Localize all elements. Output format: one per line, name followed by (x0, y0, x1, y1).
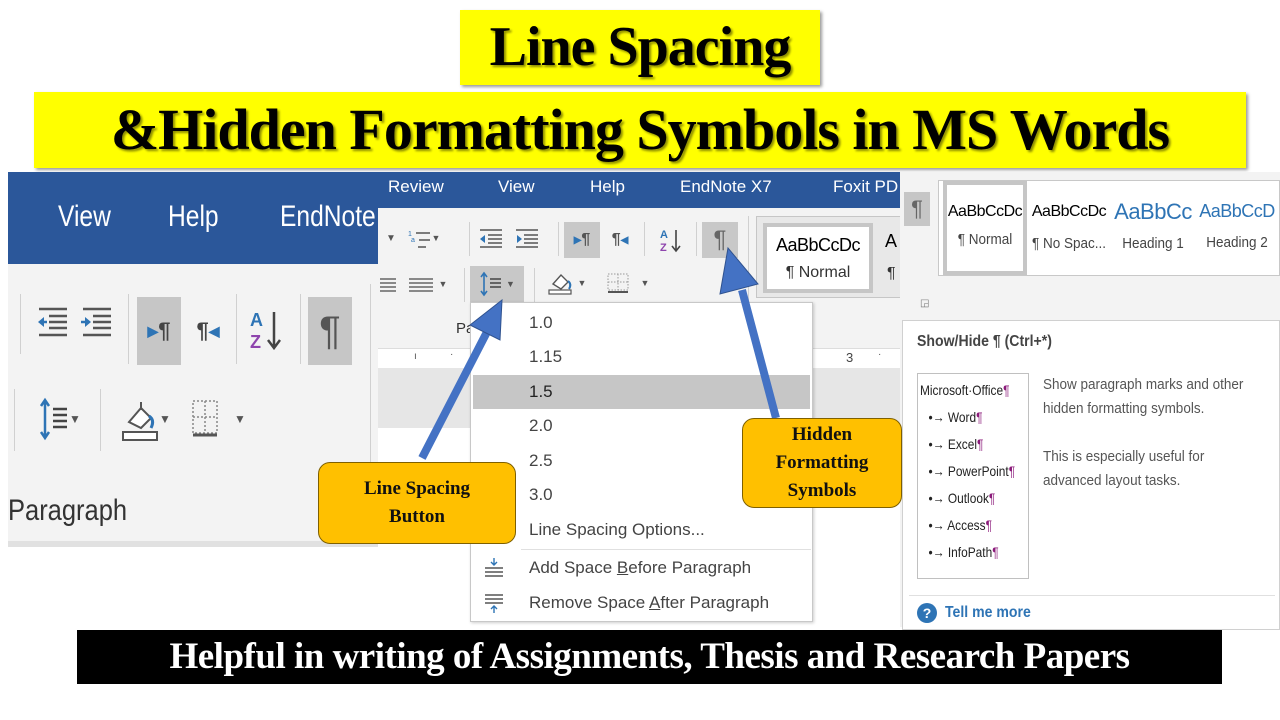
show-hide-tooltip: Show/Hide ¶ (Ctrl+*) Microsoft·Office¶ •… (902, 320, 1280, 630)
style-next-mark: ¶ (887, 265, 896, 282)
chevron-down-icon[interactable]: ▼ (384, 228, 398, 248)
multilevel-list-button[interactable]: 1a ▼ (400, 224, 446, 252)
footer-banner: Helpful in writing of Assignments, Thesi… (77, 630, 1222, 684)
decrease-indent-icon[interactable] (34, 304, 70, 340)
styles-gallery: AaBbCcDc ¶ Normal AaBbCcDc ¶ No Spac... … (938, 180, 1280, 276)
tab-foxit[interactable]: Foxit PD (833, 177, 898, 197)
line-spacing-option[interactable]: 1.0 (473, 306, 810, 340)
ltr-button[interactable]: ▶ ¶ (564, 222, 600, 258)
styles-gallery-partial: AaBbCcDc ¶ Normal A ¶ (756, 216, 906, 298)
rtl-button[interactable]: ¶ ◀ (188, 297, 228, 365)
chevron-down-icon: ▼ (506, 279, 515, 289)
separator (20, 294, 21, 354)
left-tab-bar: View Help EndNote (8, 172, 378, 264)
separator (14, 389, 15, 451)
separator (236, 294, 237, 364)
tell-me-more-link[interactable]: ? Tell me more (917, 603, 1043, 623)
pilcrow-icon: ¶ (713, 226, 727, 253)
remove-space-after-item[interactable]: Remove Space After Paragraph (473, 586, 810, 620)
tooltip-description: Show paragraph marks and other hidden fo… (1043, 376, 1244, 489)
pilcrow-icon: ¶ (196, 318, 209, 343)
chevron-down-icon: ▼ (234, 412, 246, 426)
separator (100, 389, 101, 451)
separator (370, 284, 371, 484)
tab-endnote[interactable]: EndNote (280, 200, 376, 234)
separator (469, 222, 470, 256)
sort-az-icon[interactable]: AZ (654, 222, 688, 258)
tooltip-divider (909, 595, 1275, 596)
show-hide-button[interactable]: ¶ (702, 222, 738, 258)
separator (534, 268, 535, 302)
chevron-down-icon: ▼ (159, 412, 171, 426)
chevron-down-icon: ▼ (69, 412, 81, 426)
shading-button[interactable]: ▼ (116, 394, 176, 444)
line-spacing-options-link[interactable]: Line Spacing Options... (473, 513, 810, 547)
tooltip-sample-preview: Microsoft·Office¶ •→ Word¶ •→ Excel¶ •→ … (917, 373, 1029, 579)
svg-text:Z: Z (250, 332, 261, 352)
title-line-spacing: Line Spacing (460, 10, 820, 85)
tab-help[interactable]: Help (168, 200, 219, 234)
style-next-partial[interactable]: A (885, 231, 897, 252)
tab-help[interactable]: Help (590, 177, 625, 197)
decrease-indent-icon[interactable] (476, 224, 506, 252)
sort-az-icon[interactable]: AZ (246, 300, 286, 360)
style-normal[interactable]: AaBbCcDc ¶ Normal (943, 181, 1027, 275)
separator (128, 294, 129, 364)
add-space-before-item[interactable]: Add Space Before Paragraph (473, 551, 810, 585)
svg-text:a: a (411, 237, 415, 244)
style-heading-2[interactable]: AaBbCcD Heading 2 (1195, 181, 1279, 275)
mid-tab-bar: Review View Help EndNote X7 Foxit PD (378, 172, 905, 208)
remove-space-after-icon (485, 594, 503, 613)
line-spacing-button[interactable]: ▼ (470, 266, 524, 302)
paragraph-group-label: Paragraph (8, 494, 128, 527)
shading-button[interactable]: ▼ (542, 268, 592, 298)
separator (644, 222, 645, 256)
style-sample: AaBbCcDc (775, 235, 861, 255)
help-icon: ? (917, 603, 937, 623)
chevron-down-icon: ▼ (431, 233, 441, 243)
ruler-mark: 3 (846, 350, 854, 365)
tab-endnote-x7[interactable]: EndNote X7 (680, 177, 772, 197)
title-hidden-formatting: &Hidden Formatting Symbols in MS Words (34, 92, 1246, 168)
dialog-launcher-icon[interactable]: ◲ (920, 298, 929, 309)
justify-icon[interactable] (378, 272, 398, 296)
menu-separator (521, 549, 811, 550)
line-spacing-option-selected[interactable]: 1.5 (473, 375, 810, 409)
chevron-down-icon: ▼ (640, 278, 650, 288)
pilcrow-icon: ¶ (158, 318, 171, 343)
callout-hidden-formatting: Hidden Formatting Symbols (742, 418, 902, 508)
increase-indent-icon[interactable] (78, 304, 114, 340)
add-space-before-icon (485, 558, 503, 577)
chevron-down-icon: ▼ (577, 278, 587, 288)
borders-button[interactable]: ▼ (600, 268, 656, 298)
separator (300, 294, 301, 364)
callout-line-spacing-button: Line Spacing Button (318, 462, 516, 544)
style-heading-1[interactable]: AaBbCc Heading 1 (1111, 181, 1195, 275)
line-spacing-button[interactable]: ▼ (32, 394, 88, 444)
rtl-button[interactable]: ¶ ◀ (604, 222, 636, 258)
borders-button[interactable]: ▼ (188, 394, 248, 444)
tab-view[interactable]: View (498, 177, 535, 197)
separator (558, 222, 559, 256)
show-hide-button[interactable]: ¶ (904, 192, 930, 226)
line-spacing-option[interactable]: 1.15 (473, 340, 810, 374)
pilcrow-icon: ¶ (319, 308, 341, 353)
svg-text:A: A (660, 229, 668, 241)
style-normal[interactable]: AaBbCcDc ¶ Normal (763, 223, 873, 293)
tooltip-title: Show/Hide ¶ (Ctrl+*) (917, 333, 1052, 350)
separator (696, 222, 697, 256)
svg-text:A: A (250, 310, 263, 330)
ltr-button[interactable]: ▶ ¶ (137, 297, 181, 365)
increase-indent-icon[interactable] (512, 224, 542, 252)
style-name: ¶ Normal (785, 264, 851, 281)
chevron-down-icon: ▼ (438, 279, 448, 289)
svg-text:Z: Z (660, 242, 667, 254)
show-hide-button[interactable]: ¶ (308, 297, 352, 365)
separator (464, 268, 465, 302)
distributed-button[interactable]: ▼ (404, 272, 452, 296)
style-no-spacing[interactable]: AaBbCcDc ¶ No Spac... (1027, 181, 1111, 275)
tab-view[interactable]: View (58, 200, 111, 234)
tab-review[interactable]: Review (388, 177, 444, 197)
